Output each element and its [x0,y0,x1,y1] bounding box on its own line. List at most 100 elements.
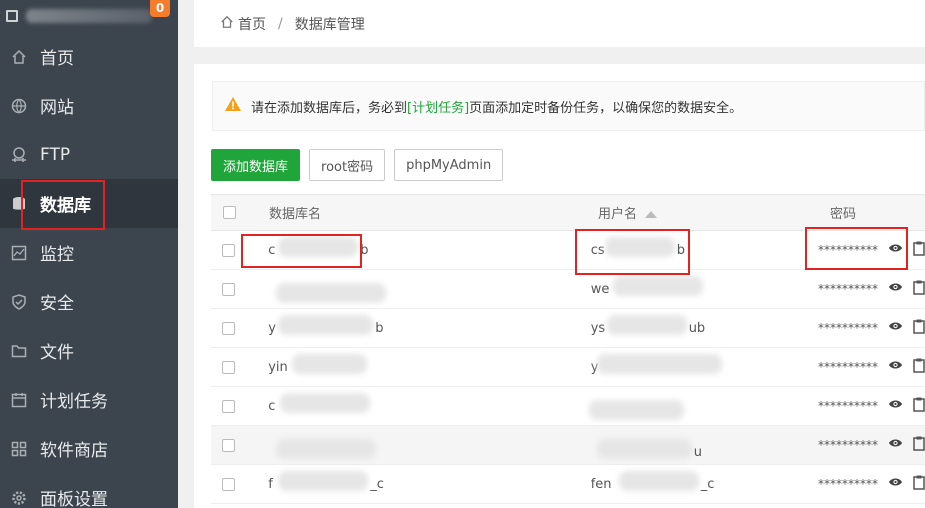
username-cell: ys ub [568,314,805,336]
sidebar-item-label: 面板设置 [40,490,108,508]
username-visible: fen [590,476,612,492]
row-checkbox[interactable] [222,438,236,452]
sort-ascending-icon [645,211,658,218]
row-checkbox[interactable] [222,360,236,374]
row-checkbox[interactable] [222,399,236,413]
copy-icon[interactable] [913,241,925,260]
eye-icon[interactable] [888,437,903,453]
username-redacted [588,400,684,420]
database-name-cell: yb [246,314,567,336]
sidebar-item-label: 首页 [40,49,74,69]
breadcrumb-home[interactable]: 首页 [238,14,266,34]
password-cell: ********** [805,397,925,416]
table-row: y b ys ub ********** [211,309,925,348]
copy-icon[interactable] [913,280,925,299]
database-name-tail: _c [370,476,384,492]
header-database-name[interactable]: 数据库名 [247,203,575,222]
notification-badge[interactable]: 0 [150,0,170,17]
table-row: we ********** [211,270,925,309]
sidebar-item-cron[interactable]: 计划任务 [0,375,178,424]
database-name-redacted [292,353,368,374]
database-name-redacted [278,470,369,491]
header-username[interactable]: 用户名 [575,203,817,222]
folder-icon [10,342,28,360]
eye-icon[interactable] [888,359,903,375]
sidebar-item-settings[interactable]: 面板设置 [0,473,178,508]
copy-icon[interactable] [913,319,925,338]
password-masked: ********** [818,438,878,452]
database-name-redacted [278,314,374,335]
table-body: c b cs b ********** we ********** y b ys ub *******… [211,231,925,504]
highlight-box-row1-password [805,227,908,270]
eye-icon[interactable] [888,281,903,297]
database-name-redacted [276,439,377,459]
sidebar-item-label: 文件 [40,343,74,363]
username-tail: u [693,445,702,460]
sidebar-item-home[interactable]: 首页 [0,32,178,81]
breadcrumb: 首页 / 数据库管理 [194,0,925,47]
copy-icon[interactable] [913,475,925,494]
monitor-icon [10,244,28,262]
sidebar-item-label: 软件商店 [40,441,108,461]
sidebar-item-files[interactable]: 文件 [0,326,178,375]
copy-icon[interactable] [913,397,925,416]
add-database-button[interactable]: 添加数据库 [211,149,301,181]
password-masked: ********** [818,399,878,413]
username-cell: fen _c [568,470,805,492]
eye-icon[interactable] [888,398,903,414]
cron-task-link[interactable]: [计划任务] [407,97,469,116]
sidebar-item-label: 安全 [40,294,74,314]
copy-icon[interactable] [913,358,925,377]
database-name-visible: y [268,320,276,336]
sidebar-item-label: 监控 [40,245,74,265]
database-name-cell: c [246,392,567,414]
sidebar-item-store[interactable]: 软件商店 [0,424,178,473]
table-header: 数据库名 用户名 密码 [211,194,925,231]
sidebar-item-label: 计划任务 [40,392,108,412]
select-all-checkbox[interactable] [222,206,236,219]
database-name-cell: f _c [246,470,567,492]
main-content: 首页 / 数据库管理 请在添加数据库后，务必到 [计划任务] 页面添加定时备份任… [178,0,925,508]
row-checkbox[interactable] [222,477,236,491]
table-row: f _c fen _c ********** [211,465,925,504]
phpmyadmin-button[interactable]: phpMyAdmin [394,149,504,181]
password-cell: ********** [805,280,925,299]
username-redacted [618,470,699,491]
row-checkbox[interactable] [222,321,236,335]
sidebar-item-ftp[interactable]: FTP [0,130,178,179]
calendar-icon [10,391,28,409]
sidebar-item-label: FTP [40,144,71,165]
sidebar-nav: 首页 网站 FTP 数据库 监控 安全 文件 计划任务 软件商店 面板设置 [0,32,178,508]
highlight-box-database-nav [21,180,105,230]
ftp-icon [10,146,28,164]
username-redacted [596,353,722,374]
root-password-button[interactable]: root密码 [309,149,386,181]
eye-icon[interactable] [888,320,903,336]
database-panel: 请在添加数据库后，务必到 [计划任务] 页面添加定时备份任务，以确保您的数据安全… [194,64,925,508]
breadcrumb-separator: / [278,15,283,32]
username-visible: we [590,281,610,297]
database-name-redacted [280,392,371,413]
database-name-visible: f [268,476,273,492]
username-redacted [612,275,703,296]
row-checkbox[interactable] [222,282,236,296]
highlight-box-row1-name [241,234,362,268]
breadcrumb-current: 数据库管理 [294,16,365,33]
sidebar-item-monitor[interactable]: 监控 [0,228,178,277]
sidebar-item-security[interactable]: 安全 [0,277,178,326]
database-name-cell: yin [246,353,567,375]
eye-icon[interactable] [888,476,903,492]
password-cell: ********** [805,319,925,338]
copy-icon[interactable] [913,436,925,455]
sidebar: 0 首页 网站 FTP 数据库 监控 安全 文件 计划任务 软件商店 面板设置 [0,0,178,508]
home-icon [10,48,28,66]
highlight-box-row1-user [575,229,690,275]
table-row: u ********** [211,426,925,465]
home-icon[interactable] [220,15,234,33]
sidebar-item-website[interactable]: 网站 [0,81,178,130]
row-checkbox[interactable] [222,243,236,257]
gear-icon [10,489,28,507]
password-masked: ********** [818,477,878,491]
alert-text-after: 页面添加定时备份任务，以确保您的数据安全。 [469,100,743,116]
header-password: 密码 [830,207,857,222]
